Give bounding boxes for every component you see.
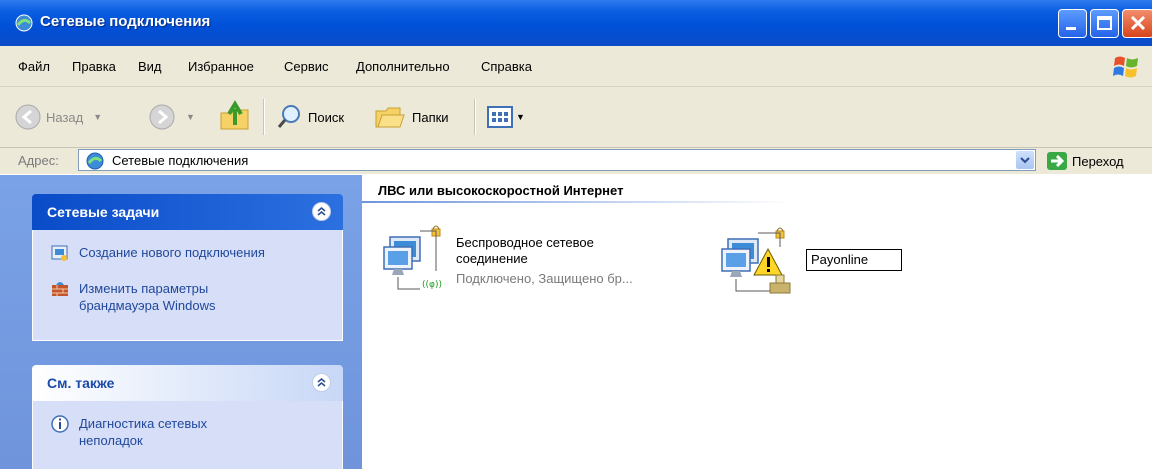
- address-dropdown-button[interactable]: [1016, 151, 1034, 169]
- search-icon: [277, 105, 300, 128]
- menu-view[interactable]: Вид: [138, 59, 162, 74]
- title-bar[interactable]: Сетевые подключения: [0, 0, 1152, 46]
- see-also-header[interactable]: См. также: [32, 365, 343, 401]
- connection-wireless[interactable]: ((φ)) Беспроводное сетевое соединение По…: [380, 225, 680, 297]
- group-divider: [362, 201, 792, 203]
- menu-favorites[interactable]: Избранное: [188, 59, 254, 74]
- toolbar-separator: [263, 99, 265, 135]
- windows-logo-icon: [1113, 56, 1138, 78]
- minimize-icon: [1066, 27, 1076, 30]
- minimize-button[interactable]: [1058, 9, 1087, 38]
- views-button[interactable]: ▼: [486, 103, 525, 131]
- close-icon: [1130, 15, 1146, 31]
- back-arrow-icon: [15, 104, 41, 130]
- go-label: Переход: [1072, 153, 1124, 169]
- forward-arrow-icon: [149, 104, 175, 130]
- up-folder-button[interactable]: [218, 99, 252, 133]
- toolbar-separator: [474, 99, 476, 135]
- network-tasks-body: Создание нового подключения Изменить пар…: [32, 230, 343, 341]
- task-pane: Сетевые задачи Создание нового подключен…: [0, 175, 362, 469]
- svg-text:((φ)): ((φ)): [422, 280, 442, 290]
- go-arrow-icon: [1047, 152, 1067, 170]
- connection-name: Беспроводное сетевое соединение: [456, 235, 594, 266]
- task-diagnostics[interactable]: Диагностика сетевых неполадок: [51, 415, 269, 449]
- chevron-down-icon: [1020, 157, 1030, 164]
- new-connection-icon: [51, 245, 68, 261]
- info-icon: [51, 415, 69, 433]
- address-label: Адрес:: [18, 153, 59, 168]
- connection-name: Payonline: [811, 252, 869, 267]
- maximize-button[interactable]: [1090, 9, 1119, 38]
- content-pane: ЛВС или высокоскоростной Интернет ((φ)) …: [362, 175, 1152, 469]
- broadband-connection-warning-icon: [721, 227, 791, 294]
- toolbar: Назад ▼ ▼ Поиск Папки ▼: [0, 87, 1152, 148]
- menu-tools[interactable]: Сервис: [284, 59, 329, 74]
- network-tasks-title: Сетевые задачи: [47, 204, 160, 220]
- search-label: Поиск: [308, 109, 345, 125]
- up-folder-icon: [220, 100, 249, 130]
- see-also-title: См. также: [47, 375, 115, 391]
- wireless-network-connection-icon: ((φ)): [383, 225, 442, 290]
- double-chevron-up-icon: [317, 377, 326, 387]
- connection-status: Подключено, Защищено бр...: [456, 271, 633, 286]
- firewall-icon: [52, 282, 68, 296]
- menu-edit[interactable]: Правка: [72, 59, 116, 74]
- window-title: Сетевые подключения: [40, 13, 211, 30]
- task-firewall-label: Изменить параметры брандмауэра Windows: [79, 281, 216, 313]
- task-diagnostics-label: Диагностика сетевых неполадок: [79, 416, 208, 448]
- menu-help[interactable]: Справка: [481, 59, 532, 74]
- address-input[interactable]: Сетевые подключения: [78, 149, 1036, 171]
- menu-advanced[interactable]: Дополнительно: [356, 59, 450, 74]
- back-dropdown-icon[interactable]: ▼: [93, 112, 102, 122]
- network-tasks-box: Сетевые задачи Создание нового подключен…: [32, 194, 343, 341]
- address-bar: Адрес: Сетевые подключения Переход: [0, 148, 1152, 174]
- see-also-box: См. также Диагностика сетевых неполадок: [32, 365, 343, 469]
- connection-payonline[interactable]: [718, 227, 818, 299]
- explorer-window: Сетевые подключения Файл Правка Вид Избр…: [0, 0, 1152, 469]
- group-title: ЛВС или высокоскоростной Интернет: [378, 183, 624, 198]
- address-value: Сетевые подключения: [112, 153, 249, 168]
- back-button[interactable]: Назад ▼: [14, 103, 102, 131]
- task-new-connection[interactable]: Создание нового подключения: [51, 244, 269, 262]
- see-also-body: Диагностика сетевых неполадок: [32, 401, 343, 469]
- task-new-connection-label: Создание нового подключения: [79, 245, 265, 260]
- views-icon: [487, 106, 513, 128]
- search-button[interactable]: Поиск: [276, 103, 344, 131]
- network-tasks-header[interactable]: Сетевые задачи: [32, 194, 343, 230]
- forward-dropdown-icon[interactable]: ▼: [186, 112, 195, 122]
- close-button[interactable]: [1122, 9, 1152, 38]
- collapse-button[interactable]: [312, 202, 331, 221]
- menu-file[interactable]: Файл: [18, 59, 50, 74]
- folders-button[interactable]: Папки: [374, 103, 449, 131]
- maximize-icon: [1097, 16, 1112, 30]
- network-connections-icon: [86, 152, 104, 170]
- back-label: Назад: [46, 109, 84, 125]
- folders-label: Папки: [412, 109, 449, 125]
- double-chevron-up-icon: [317, 206, 326, 216]
- connection-rename-field[interactable]: Payonline: [806, 249, 902, 271]
- collapse-button[interactable]: [312, 373, 331, 392]
- folders-icon: [375, 107, 405, 128]
- task-firewall-settings[interactable]: Изменить параметры брандмауэра Windows: [51, 280, 269, 314]
- forward-button[interactable]: ▼: [148, 103, 195, 131]
- menu-bar: Файл Правка Вид Избранное Сервис Дополни…: [0, 46, 1152, 87]
- network-connections-icon: [15, 14, 33, 32]
- views-dropdown-icon[interactable]: ▼: [516, 112, 525, 122]
- go-button[interactable]: Переход: [1046, 151, 1124, 171]
